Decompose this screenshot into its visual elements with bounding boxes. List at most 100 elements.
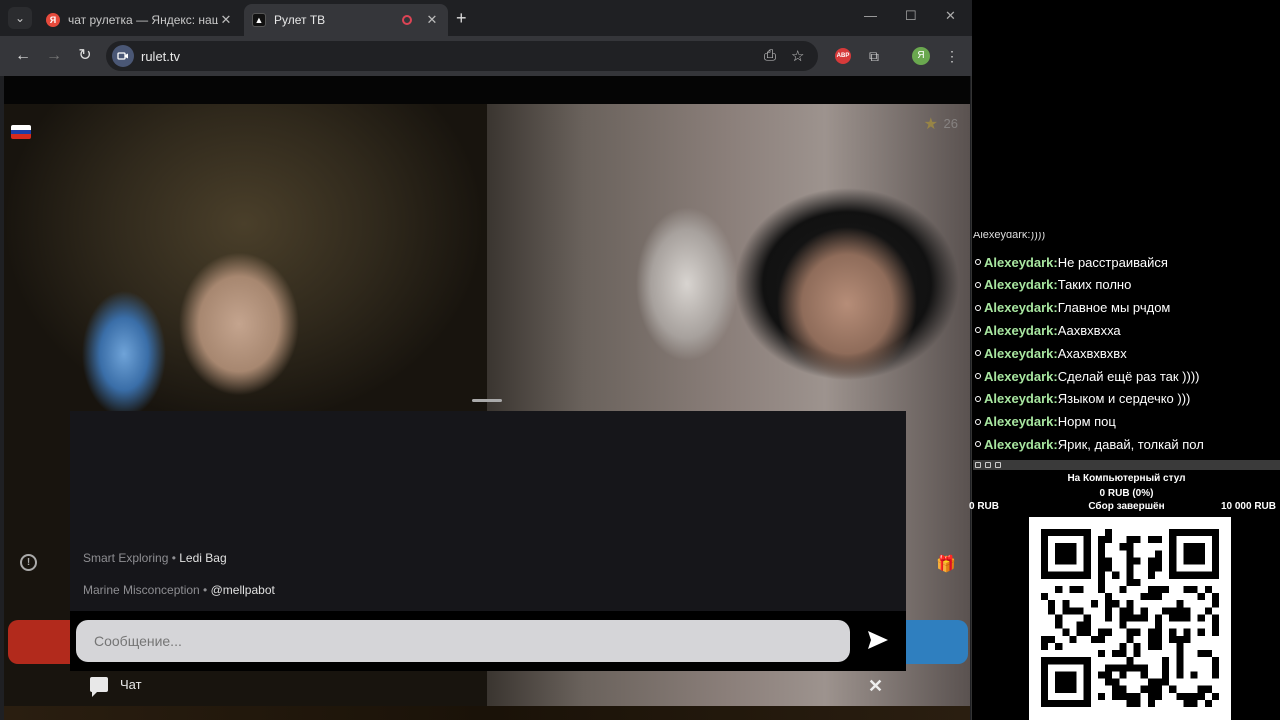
close-tab-icon[interactable]: ✕ [424,12,440,28]
info-icon[interactable]: ! [20,554,37,571]
chat-message: Alexeydark: Таких полно [973,274,1280,296]
browser-toolbar: ← → ↻ rulet.tv ⎙ ☆ ABP ⧉ Я ⋮ [0,36,972,76]
now-playing-line: Smart Exploring • Ledi Bag [83,551,227,565]
bottom-strip [4,706,970,720]
status-strip [973,460,1280,470]
bullet-icon [975,395,981,402]
close-tab-icon[interactable]: ✕ [218,12,234,28]
chat-message: Alexeydark: Ярик, давай, толкай пол [973,433,1280,455]
chat-username: Alexeydark: [984,300,1058,316]
star-icon[interactable]: ★ [924,114,938,134]
chat-username: Alexeydark: [984,391,1058,407]
chat-text: Не расстраивайся [1057,254,1168,270]
chat-message: Alexeydark: Норм поц [973,411,1280,433]
star-count: 26 [943,116,958,131]
chat-text: Норм поц [1057,414,1116,430]
chat-text: Сделай ещё раз так )))) [1057,368,1200,384]
chat-username: Alexeydark: [984,345,1058,361]
message-input[interactable] [76,620,850,662]
bullet-icon [975,350,981,357]
chat-username: Alexeydark: [984,322,1058,338]
tab-bar: ⌄ Я чат рулетка — Яндекс: нашлось ✕ ▲ Ру… [0,0,972,36]
status-icon [995,462,1001,468]
rulet-icon: ▲ [252,13,266,27]
chat-username: Alexeydark: [984,254,1058,270]
url-text: rulet.tv [141,49,181,64]
chat-tab-label: Чат [120,677,142,692]
tab-title: Рулет ТВ [274,13,326,27]
gift-icon[interactable]: 🎁 [936,554,956,574]
chat-line-partial: Alexeydark:)))) [973,232,1046,241]
chat-username: Alexeydark: [984,368,1058,384]
track-artist: Marine Misconception • [83,583,208,597]
qr-code-image [1041,529,1219,707]
extensions-puzzle-icon[interactable]: ⧉ [863,45,885,67]
stream-overlay: Alexeydark:)))) Alexeydark: Не расстраива… [969,0,1280,720]
top-strip [4,76,970,104]
install-app-icon[interactable]: ⎙ [764,47,776,64]
yandex-icon: Я [46,13,60,27]
chat-message: Alexeydark: Главное мы рчдом [973,297,1280,319]
bullet-icon [975,373,981,379]
bookmark-star-icon[interactable]: ☆ [791,47,804,65]
bullet-icon [975,304,981,311]
bullet-icon [975,327,981,334]
status-icon [975,462,981,468]
country-flag-icon [11,125,31,139]
menu-kebab-icon[interactable]: ⋮ [941,45,963,67]
maximize-icon[interactable]: ☐ [905,8,917,24]
new-tab-button[interactable]: + [456,8,467,29]
donation-qr-code [1029,517,1231,720]
tab-yandex-search[interactable]: Я чат рулетка — Яндекс: нашлось ✕ [38,4,242,36]
tab-rulet-tv[interactable]: ▲ Рулет ТВ ✕ [244,4,448,36]
goal-max: 10 000 RUB [1220,501,1276,512]
status-icon [985,462,991,468]
chat-message: Alexeydark: Языком и сердечко ))) [973,388,1280,410]
send-icon[interactable] [866,628,890,652]
flag-stripe [11,134,31,139]
chat-text: Ярик, давай, толкай пол [1057,436,1204,452]
bullet-icon [975,441,981,448]
forward-icon[interactable]: → [43,45,65,67]
bullet-icon [975,418,981,425]
chat-panel [70,411,906,641]
chat-message: Alexeydark: Ахахвхвхвх [973,342,1280,364]
chat-text: Аахвхвхха [1057,322,1121,338]
site-info-icon[interactable] [112,45,134,67]
chat-text: Главное мы рчдом [1057,300,1171,316]
bullet-icon [975,259,981,265]
reload-icon[interactable]: ↻ [74,45,96,67]
tab-title: чат рулетка — Яндекс: нашлось [68,13,218,27]
adblock-icon[interactable]: ABP [835,48,851,64]
now-playing-line: Marine Misconception • @mellpabot [83,583,275,597]
bullet-icon [975,281,981,288]
profile-avatar[interactable]: Я [912,47,930,65]
chat-bubble-icon [90,677,108,697]
chat-text: Ахахвхвхвх [1057,345,1127,361]
track-artist: Smart Exploring • [83,551,176,565]
minimize-icon[interactable]: — [864,8,877,23]
chat-username: Alexeydark: [984,414,1058,430]
chat-username: Alexeydark: [984,277,1058,293]
back-icon[interactable]: ← [12,45,34,67]
stream-chat-log: Alexeydark:)))) Alexeydark: Не расстраива… [973,232,1280,460]
chat-message: Alexeydark: Сделай ещё раз так )))) [973,365,1280,387]
chat-message: Alexeydark: Аахвхвхха [973,319,1280,341]
track-title: @mellpabot [210,583,275,597]
goal-amount: 0 RUB (0%) [1099,488,1154,499]
chat-tab[interactable]: Чат [90,677,142,697]
track-title: Ledi Bag [179,551,227,565]
tab-search-button[interactable]: ⌄ [8,7,32,29]
chat-text: Языком и сердечко ))) [1057,391,1191,407]
goal-title: На Компьютерный стул [1067,473,1186,484]
close-chat-icon[interactable]: ✕ [868,676,883,697]
chat-message: Alexeydark: Не расстраивайся [973,251,1280,273]
page-content: ★ 26 ! 🎁 Smart Exploring • Ledi Bag Mari… [4,76,970,720]
chat-text: Таких полно [1057,277,1132,293]
browser-window: ⌄ Я чат рулетка — Яндекс: нашлось ✕ ▲ Ру… [0,0,972,720]
chat-username: Alexeydark: [984,436,1058,452]
address-bar[interactable]: rulet.tv ⎙ ☆ [106,41,818,71]
close-window-icon[interactable]: ✕ [945,8,956,24]
recording-icon [402,15,412,25]
panel-drag-handle[interactable] [472,399,502,402]
